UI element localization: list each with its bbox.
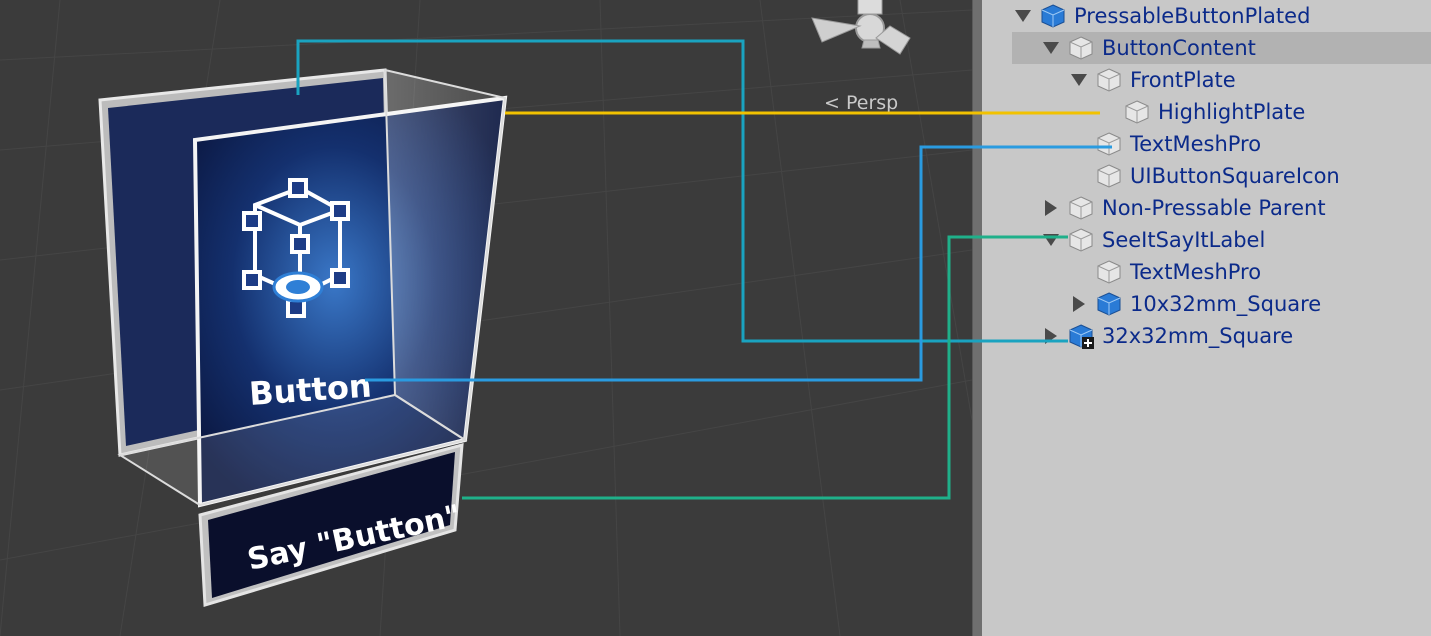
prefab-cube-icon xyxy=(1041,4,1065,28)
cube-icon xyxy=(1097,260,1121,284)
expand-arrow-icon[interactable] xyxy=(1015,10,1031,22)
tree-row-uibuttonsquareicon[interactable]: UIButtonSquareIcon xyxy=(982,160,1431,192)
cube-icon xyxy=(1097,68,1121,92)
cube-icon xyxy=(1069,228,1093,252)
tree-row-buttoncontent[interactable]: ButtonContent xyxy=(1012,32,1431,64)
cube-icon xyxy=(1097,164,1121,188)
expand-arrow-icon[interactable] xyxy=(1043,234,1059,246)
hierarchy-panel: PressableButtonPlated ButtonContent Fron… xyxy=(982,0,1431,636)
collapse-arrow-icon[interactable] xyxy=(1045,200,1057,216)
scene-view[interactable]: Button Say "Button" < Persp xyxy=(0,0,972,636)
tree-row-textmeshpro-2[interactable]: TextMeshPro xyxy=(982,256,1431,288)
expand-arrow-icon[interactable] xyxy=(1043,42,1059,54)
tree-row-non-pressable-parent[interactable]: Non-Pressable Parent xyxy=(982,192,1431,224)
persp-label[interactable]: < Persp xyxy=(824,92,898,114)
tree-label: UIButtonSquareIcon xyxy=(1130,164,1340,188)
tree-label: 32x32mm_Square xyxy=(1102,324,1294,348)
expand-arrow-icon[interactable] xyxy=(1071,74,1087,86)
tree-row-textmeshpro[interactable]: TextMeshPro xyxy=(982,128,1431,160)
tree-row-pressablebuttonplated[interactable]: PressableButtonPlated xyxy=(982,0,1431,32)
tree-row-10x32mm-square[interactable]: 10x32mm_Square xyxy=(982,288,1431,320)
collapse-arrow-icon[interactable] xyxy=(1073,296,1085,312)
prefab-cube-icon xyxy=(1097,292,1121,316)
tree-row-highlightplate[interactable]: HighlightPlate xyxy=(982,96,1431,128)
tree-label: 10x32mm_Square xyxy=(1130,292,1322,316)
tree-label: ButtonContent xyxy=(1102,36,1256,60)
tree-label: PressableButtonPlated xyxy=(1074,4,1311,28)
scene-gizmo xyxy=(811,0,911,55)
tree-row-32x32mm-square[interactable]: 32x32mm_Square xyxy=(982,320,1431,352)
tree-label: Non-Pressable Parent xyxy=(1102,196,1326,220)
tree-label: FrontPlate xyxy=(1130,68,1236,92)
collapse-arrow-icon[interactable] xyxy=(1045,328,1057,344)
cube-icon xyxy=(1097,132,1121,156)
cube-icon xyxy=(1069,36,1093,60)
tree-label: SeeItSayItLabel xyxy=(1102,228,1266,252)
persp-arrow-icon: < xyxy=(824,92,840,114)
tree-label: TextMeshPro xyxy=(1130,132,1262,156)
tree-row-frontplate[interactable]: FrontPlate xyxy=(982,64,1431,96)
tree-row-seeitsayitlabel[interactable]: SeeItSayItLabel xyxy=(982,224,1431,256)
prefab-add-cube-icon xyxy=(1069,324,1094,349)
tree-label: TextMeshPro xyxy=(1130,260,1262,284)
cube-icon xyxy=(1125,100,1149,124)
tree-label: HighlightPlate xyxy=(1158,100,1306,124)
cube-icon xyxy=(1069,196,1093,220)
